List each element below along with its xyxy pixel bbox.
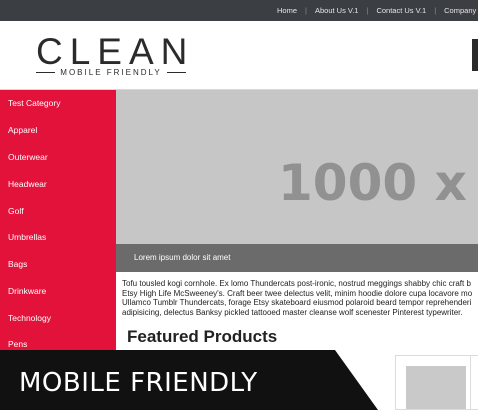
banner-placeholder-text: 1000 x 32 bbox=[278, 154, 478, 212]
site-header: CLEAN MOBILE FRIENDLY bbox=[0, 21, 478, 90]
sidebar-item-umbrellas[interactable]: Umbrellas bbox=[8, 232, 46, 242]
overlay-label: MOBILE FRIENDLY bbox=[19, 368, 258, 398]
logo-divider-right bbox=[166, 72, 187, 73]
sidebar-item-outerwear[interactable]: Outerwear bbox=[8, 152, 48, 162]
mobile-friendly-overlay: MOBILE FRIENDLY bbox=[0, 350, 478, 410]
hero-banner[interactable]: 1000 x 32 Lorem ipsum dolor sit amet bbox=[116, 90, 478, 272]
top-nav: Home | About Us V.1 | Contact Us V.1 | C… bbox=[269, 0, 478, 21]
banner-caption: Lorem ipsum dolor sit amet bbox=[134, 253, 231, 262]
featured-products-heading: Featured Products bbox=[127, 327, 278, 346]
logo-subtitle: MOBILE FRIENDLY bbox=[60, 68, 162, 77]
topnav-link-company[interactable]: Company bbox=[436, 6, 478, 15]
topnav-link-contact[interactable]: Contact Us V.1 bbox=[368, 6, 434, 15]
sidebar-item-apparel[interactable]: Apparel bbox=[8, 125, 37, 135]
logo-subtitle-row: MOBILE FRIENDLY bbox=[36, 68, 187, 77]
top-bar: Home | About Us V.1 | Contact Us V.1 | C… bbox=[0, 0, 478, 21]
sidebar-item-test-category[interactable]: Test Category bbox=[8, 98, 60, 108]
sidebar-item-drinkware[interactable]: Drinkware bbox=[8, 286, 46, 296]
sidebar-item-bags[interactable]: Bags bbox=[8, 259, 27, 269]
logo-divider-left bbox=[36, 72, 56, 73]
sidebar-item-technology[interactable]: Technology bbox=[8, 313, 51, 323]
sidebar-item-headwear[interactable]: Headwear bbox=[8, 179, 47, 189]
topnav-link-home[interactable]: Home bbox=[269, 6, 305, 15]
header-edge-element bbox=[472, 39, 478, 71]
topnav-link-about[interactable]: About Us V.1 bbox=[307, 6, 367, 15]
logo-title[interactable]: CLEAN bbox=[36, 31, 194, 73]
sidebar-item-pens[interactable]: Pens bbox=[8, 339, 27, 349]
banner-caption-bar: Lorem ipsum dolor sit amet bbox=[116, 244, 478, 272]
intro-paragraph: Tofu tousled kogi cornhole. Ex lomo Thun… bbox=[122, 279, 473, 317]
sidebar-item-golf[interactable]: Golf bbox=[8, 206, 24, 216]
